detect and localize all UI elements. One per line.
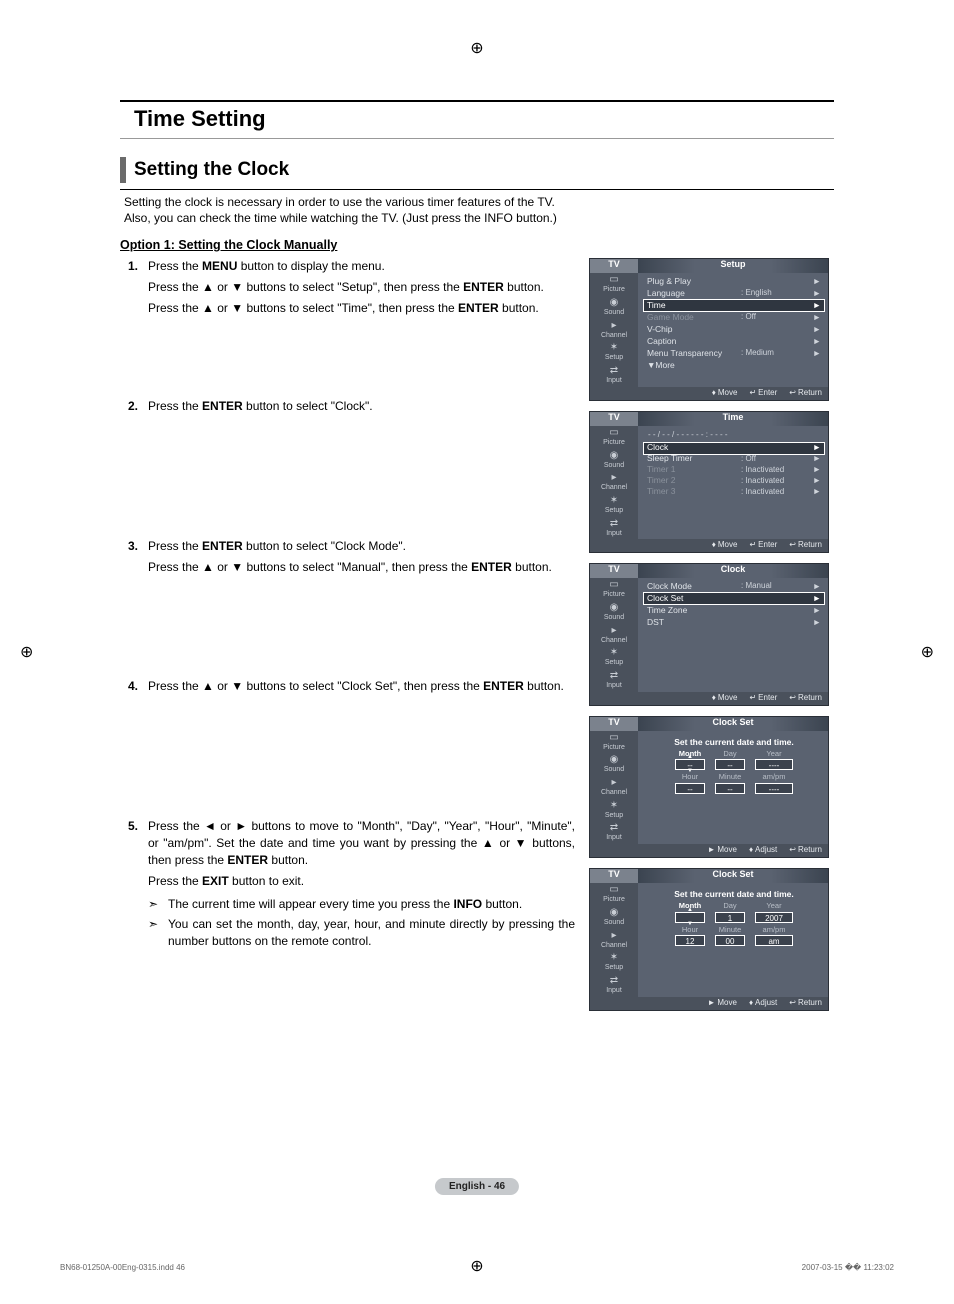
osd-menu-row: Time► [644,300,824,311]
osd-menu-row: Plug & Play► [644,276,824,287]
osd-setup: TV Setup ▭Picture ◉Sound ▸Channel ✶Setup… [589,258,829,400]
osd-menu-row: Menu Transparency: Medium► [644,348,824,359]
osd-menu-row: Time Zone► [644,605,824,616]
osd-menu-row: Caption► [644,336,824,347]
step-4: 4. Press the ▲ or ▼ buttons to select "C… [120,678,575,800]
note-icon: ➣ [148,896,162,913]
step-3: 3. Press the ENTER button to select "Clo… [120,538,575,660]
step-5: 5. Press the ◄ or ► buttons to move to "… [120,818,575,954]
file-footer: BN68-01250A-00Eng-0315.indd 46 2007-03-1… [60,1263,894,1272]
osd-time-subtext: - - / - - / - - - - - - : - - - - [644,429,824,442]
page-footer: English - 46 [435,1178,519,1192]
note-icon: ➣ [148,916,162,950]
osd-menu-row: ▼More [644,360,824,371]
step-1: 1. Press the MENU button to display the … [120,258,575,380]
osd-menu-row: Clock► [644,443,824,454]
osd-menu-row: Timer 2: Inactivated► [644,476,824,487]
osd-menu-row: DST► [644,617,824,628]
osd-menu-row: V-Chip► [644,324,824,335]
osd-sidebar: ▭Picture ◉Sound ▸Channel ✶Setup ⇄Input [590,273,638,386]
section-title: Time Setting [120,101,834,139]
option1-header: Option 1: Setting the Clock Manually [120,238,834,252]
osd-footer: ♦Move ↵Enter ↩Return [590,387,828,400]
osd-title: Setup [638,259,828,273]
osd-menu-row: Language: English► [644,288,824,299]
osd-menu-row: Clock Set► [644,593,824,604]
osd-clock: TV Clock ▭Picture ◉Sound ▸Channel ✶Setup… [589,563,829,705]
osd-menu-row: Sleep Timer: Off► [644,454,824,465]
osd-time: TV Time ▭Picture ◉Sound ▸Channel ✶Setup … [589,411,829,553]
osd-menu-row: Clock Mode: Manual► [644,581,824,592]
osd-clock-set-filled: TV Clock Set ▭Picture ◉Sound ▸Channel ✶S… [589,868,829,1010]
osd-tv-label: TV [590,259,638,273]
intro-text: Setting the clock is necessary in order … [120,194,834,226]
osd-menu-row: Timer 1: Inactivated► [644,465,824,476]
osd-menu-row: Timer 3: Inactivated► [644,487,824,498]
subsection-title: Setting the Clock [120,157,834,183]
osd-menu-row: Game Mode: Off► [644,312,824,323]
step-2: 2. Press the ENTER button to select "Clo… [120,398,575,520]
page: Time Setting Setting the Clock Setting t… [0,0,954,1304]
osd-clock-set-blank: TV Clock Set ▭Picture ◉Sound ▸Channel ✶S… [589,716,829,858]
